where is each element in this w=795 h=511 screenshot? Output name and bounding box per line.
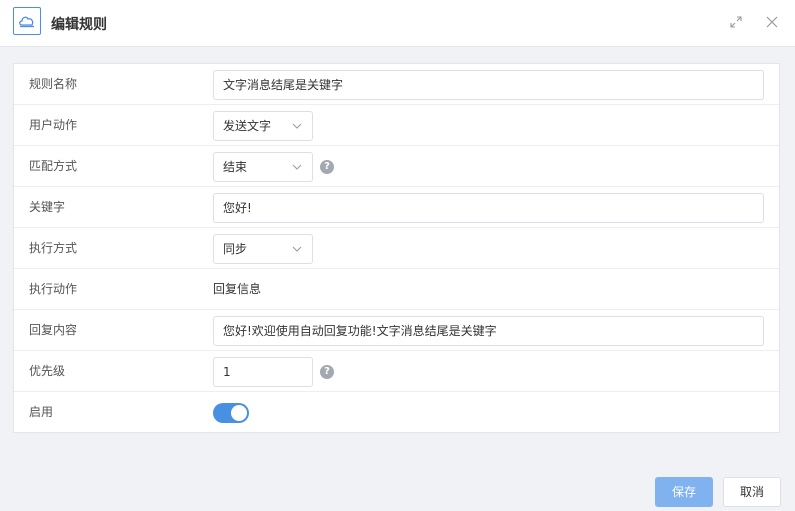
dialog-title: 编辑规则 (51, 17, 107, 33)
form-row-enabled: 启用 (14, 392, 779, 433)
help-icon[interactable]: ? (320, 160, 334, 174)
help-icon[interactable]: ? (320, 365, 334, 379)
exec-action-value: 回复信息 (213, 282, 262, 296)
dialog-header: 编辑规则 (0, 0, 795, 47)
enabled-toggle[interactable] (213, 403, 249, 423)
reply-content-input[interactable]: 您好!欢迎使用自动回复功能!文字消息结尾是关键字 (213, 316, 764, 346)
exec-mode-label: 执行方式 (29, 241, 78, 255)
priority-input[interactable]: 1 (213, 357, 313, 387)
expand-icon[interactable] (728, 14, 744, 30)
exec-mode-value: 同步 (223, 242, 248, 256)
form-row-exec-action: 执行动作 回复信息 (14, 269, 779, 310)
save-button[interactable]: 保存 (655, 477, 713, 507)
toggle-knob (231, 405, 247, 421)
close-icon[interactable] (764, 14, 780, 30)
keyword-label: 关键字 (29, 200, 66, 214)
form-row-keyword: 关键字 您好! (14, 187, 779, 228)
form-row-reply-content: 回复内容 您好!欢迎使用自动回复功能!文字消息结尾是关键字 (14, 310, 779, 351)
form-row-exec-mode: 执行方式 同步 (14, 228, 779, 269)
keyword-input[interactable]: 您好! (213, 193, 764, 223)
cloud-icon (13, 7, 41, 35)
match-mode-label: 匹配方式 (29, 159, 78, 173)
priority-label: 优先级 (29, 364, 66, 378)
match-mode-value: 结束 (223, 160, 248, 174)
cancel-button[interactable]: 取消 (723, 477, 781, 507)
chevron-down-icon (292, 164, 302, 170)
form-row-priority: 优先级 1 ? (14, 351, 779, 392)
enabled-label: 启用 (29, 405, 54, 419)
match-mode-select[interactable]: 结束 (213, 152, 313, 182)
form-row-match-mode: 匹配方式 结束 ? (14, 146, 779, 187)
form-row-rule-name: 规则名称 文字消息结尾是关键字 (14, 64, 779, 105)
exec-mode-select[interactable]: 同步 (213, 234, 313, 264)
rule-name-label: 规则名称 (29, 77, 78, 91)
chevron-down-icon (292, 246, 302, 252)
rule-form: 规则名称 文字消息结尾是关键字 用户动作 发送文字 匹配方式 结束 ? 关键字 … (13, 63, 780, 433)
user-action-label: 用户动作 (29, 118, 78, 132)
form-row-user-action: 用户动作 发送文字 (14, 105, 779, 146)
user-action-value: 发送文字 (223, 119, 272, 133)
chevron-down-icon (292, 123, 302, 129)
user-action-select[interactable]: 发送文字 (213, 111, 313, 141)
exec-action-label: 执行动作 (29, 282, 78, 296)
rule-name-input[interactable]: 文字消息结尾是关键字 (213, 70, 764, 100)
reply-content-label: 回复内容 (29, 323, 78, 337)
